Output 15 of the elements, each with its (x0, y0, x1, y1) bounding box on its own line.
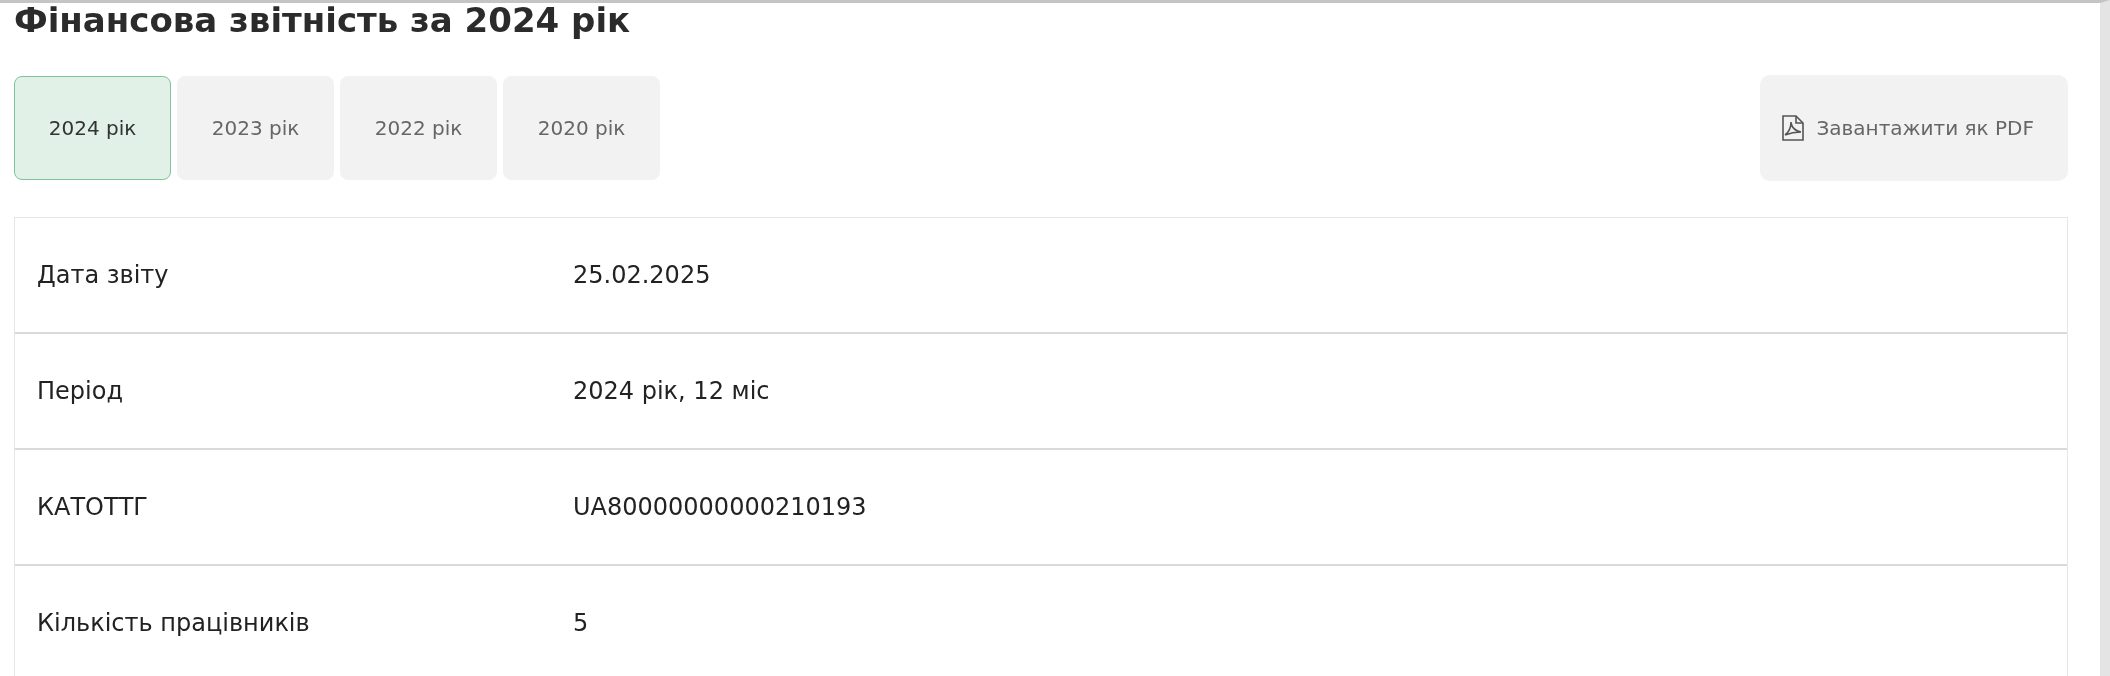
field-label: Період (37, 377, 124, 405)
field-value: 2024 рік, 12 міс (573, 377, 771, 405)
year-tab[interactable]: 2020 рік (503, 76, 660, 180)
field-label: Кількість працівників (37, 609, 311, 637)
year-tab[interactable]: 2023 рік (177, 76, 334, 180)
year-tab[interactable]: 2022 рік (340, 76, 497, 180)
field-value: 5 (573, 609, 590, 637)
page-title: Фінансова звітність за 2024 рік (14, 3, 632, 42)
pdf-file-icon (1782, 115, 1805, 141)
field-label: Дата звіту (37, 261, 170, 289)
download-pdf-button[interactable]: Завантажити як PDF (1760, 75, 2068, 181)
field-value: 25.02.2025 (573, 261, 712, 289)
field-label: КАТОТТГ (37, 493, 149, 521)
field-value: UA80000000000210193 (573, 493, 868, 521)
year-tab[interactable]: 2024 рік (14, 76, 171, 180)
